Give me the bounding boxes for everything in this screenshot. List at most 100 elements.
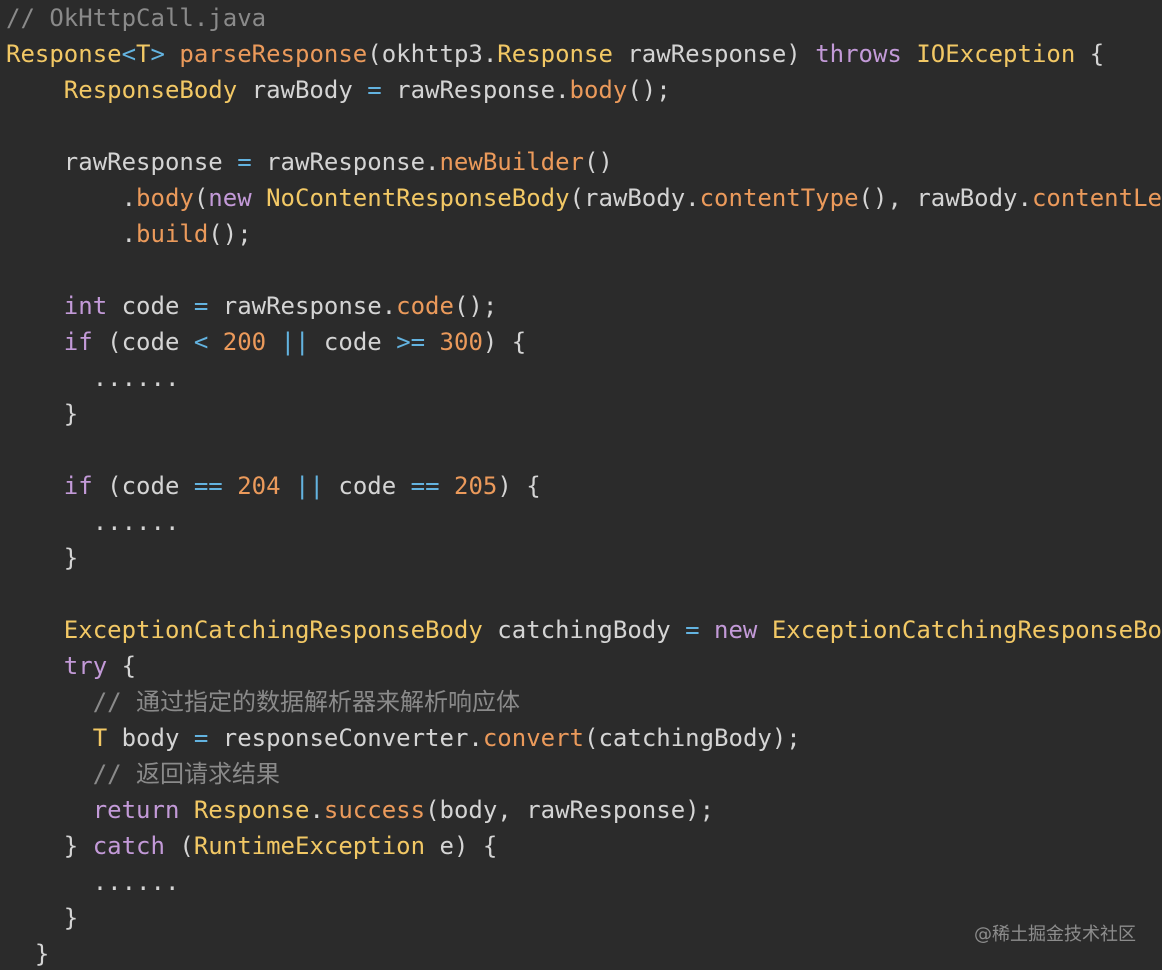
code-token-type: Response [6,40,122,68]
code-token-type: ExceptionCatchingResponseBody [771,616,1162,644]
code-token-plain: . [309,796,324,824]
code-token-plain: . [6,184,137,212]
code-token-op: = [237,148,252,176]
code-line: .build(); [6,216,1162,252]
code-line: T body = responseConverter.convert(catch… [6,720,1162,756]
code-token-plain: } [6,832,93,860]
code-line: // 返回请求结果 [6,756,1162,792]
code-token-number: 205 [454,472,498,500]
code-token-plain: (); [627,76,671,104]
code-token-type: Response [497,40,613,68]
code-token-plain: { [107,652,137,680]
code-token-plain: ( [164,832,194,860]
code-token-plain: responseConverter. [208,724,483,752]
code-token-number: 300 [439,328,483,356]
code-line: } catch (RuntimeException e) { [6,828,1162,864]
code-line: Response<T> parseResponse(okhttp3.Respon… [6,36,1162,72]
code-token-type: RuntimeException [193,832,426,860]
code-line: if (code == 204 || code == 205) { [6,468,1162,504]
code-token-type: NoContentResponseBody [266,184,570,212]
code-line: ExceptionCatchingResponseBody catchingBo… [6,612,1162,648]
code-token-keyword: catch [92,832,165,860]
code-token-plain: () [583,148,613,176]
code-token-op: = [193,724,209,752]
code-line: ...... [6,864,1162,900]
code-token-plain: (rawBody. [569,184,700,212]
code-token-number: 204 [237,472,281,500]
code-token-plain: code [309,328,397,356]
code-line: int code = rawResponse.code(); [6,288,1162,324]
code-token-method: body [136,184,194,212]
code-token-plain: rawResponse) [612,40,816,68]
code-token-type: T [136,40,151,68]
code-token-plain: (); [453,292,498,320]
code-token-op: = [367,76,382,104]
code-token-op: == [410,472,440,500]
code-token-method: code [396,292,454,320]
code-token-plain: rawResponse [6,148,238,176]
code-token-keyword: try [63,652,108,680]
code-token-plain: (body, rawResponse); [425,796,715,824]
code-line: ...... [6,504,1162,540]
code-token-plain: e) { [425,832,498,860]
code-token-type: IOException [916,40,1076,68]
code-token-plain: (catchingBody); [584,724,801,752]
code-token-method: success [323,796,426,824]
code-token-plain: rawResponse. [251,148,440,176]
code-token-plain: ) { [497,472,541,500]
code-token-keyword: int [63,292,108,320]
code-token-plain: } [6,904,79,932]
code-token-method: convert [482,724,585,752]
code-token-comment: // 通过指定的数据解析器来解析响应体 [92,688,521,716]
code-token-keyword: if [63,472,93,500]
code-token-plain: (), rawBody. [858,184,1032,212]
code-token-keyword: if [63,328,93,356]
code-line: return Response.success(body, rawRespons… [6,792,1162,828]
code-token-op: || [295,472,324,500]
code-token-plain: ) { [482,328,527,356]
code-line: ...... [6,360,1162,396]
code-token-type: Response [193,796,310,824]
code-token-comment: // OkHttpCall.java [6,4,267,32]
code-token-op: || [280,328,310,356]
code-token-keyword: new [714,616,758,644]
code-token-plain: rawBody [237,76,368,104]
watermark: @稀土掘金技术社区 [974,924,1136,945]
code-token-method: newBuilder [439,148,584,176]
code-token-method: body [569,76,628,104]
code-token-plain: } [6,400,79,428]
code-token-plain: ...... [6,364,180,392]
code-token-type: T [92,724,108,752]
code-token-plain: (); [208,220,252,248]
code-token-plain: . [6,220,137,248]
code-token-plain: (code [92,472,194,500]
code-token-plain: } [6,940,50,968]
code-token-plain: catchingBody [482,616,686,644]
code-token-plain: rawResponse. [381,76,570,104]
code-token-plain: ...... [6,508,180,536]
code-line: ResponseBody rawBody = rawResponse.body(… [6,72,1162,108]
code-token-plain: (code [92,328,194,356]
code-token-op: < [121,40,137,68]
code-token-method: contentType [699,184,859,212]
code-token-keyword: return [92,796,180,824]
code-line: // OkHttpCall.java [6,0,1162,36]
code-token-op: = [685,616,700,644]
code-token-plain: code [107,292,194,320]
